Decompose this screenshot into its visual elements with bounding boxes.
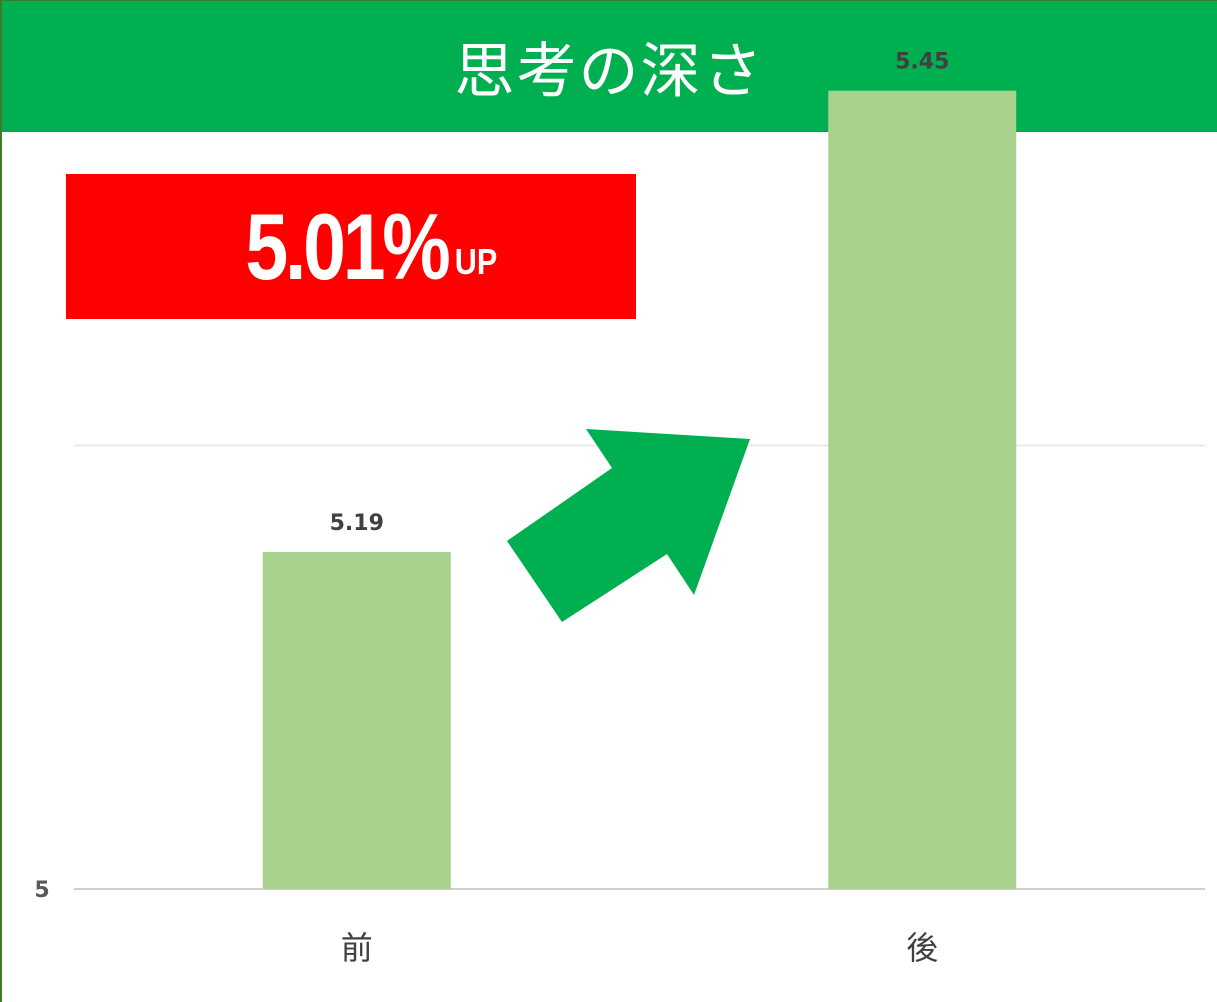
increase-suffix: UP xyxy=(455,240,498,282)
bar xyxy=(828,90,1017,889)
data-label: 5.19 xyxy=(330,511,384,536)
up-right-arrow-icon xyxy=(507,429,750,622)
increase-percent: 5.01% xyxy=(245,193,450,299)
bar xyxy=(262,551,451,889)
bar-chart: 5 5.19 前 5.45 後 xyxy=(34,50,1205,967)
increase-badge: 5.01% UP xyxy=(66,174,636,319)
slide: 思考の深さ 5 5.19 前 5.45 後 5.01% UP xyxy=(0,0,1217,1002)
y-tick-label: 5 xyxy=(34,878,49,903)
x-tick-label: 前 xyxy=(341,929,373,967)
x-tick-label: 後 xyxy=(906,929,938,967)
data-label: 5.45 xyxy=(895,50,949,75)
